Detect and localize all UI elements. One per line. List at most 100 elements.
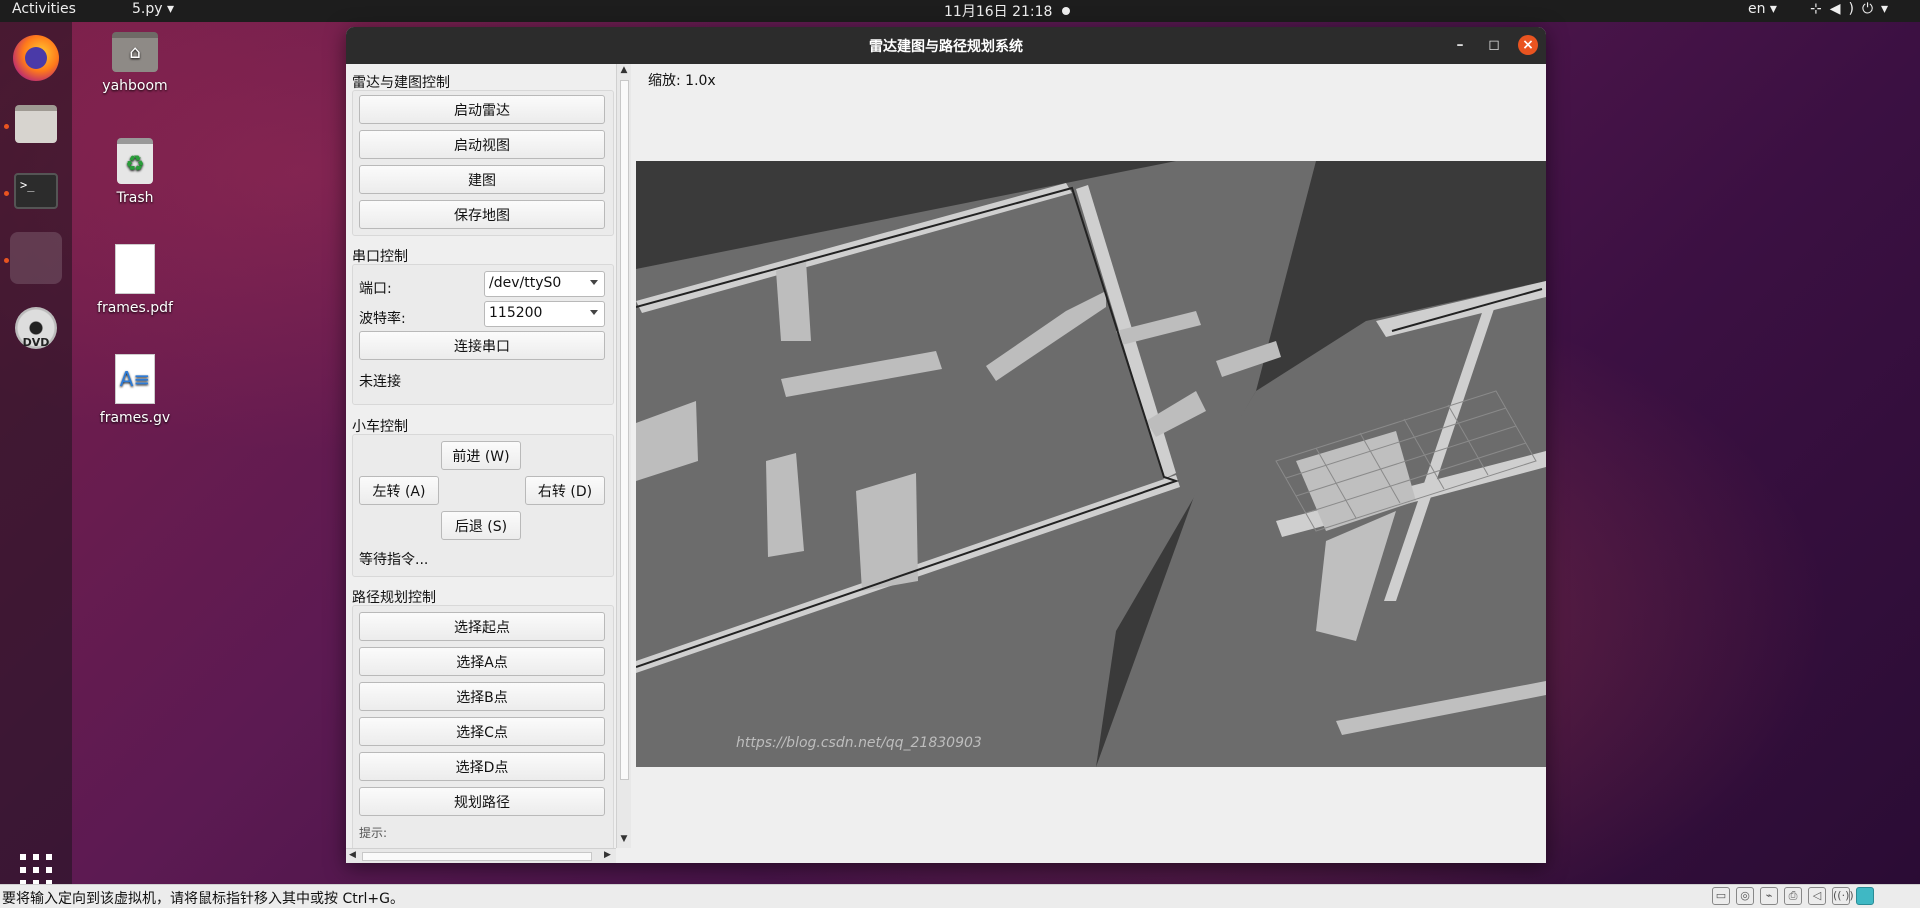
connect-serial-button[interactable]: 连接串口 (359, 331, 605, 360)
desktop-icon-label: yahboom (102, 78, 168, 94)
desktop-icon-label: frames.pdf (97, 300, 173, 316)
port-select[interactable]: /dev/ttyS0 (484, 271, 605, 297)
dock-dvd[interactable]: DVD (10, 302, 62, 354)
app-window: 雷达建图与路径规划系统 – ◻ × 雷达与建图控制 启动雷达 启动视图 建图 保… (346, 27, 1546, 863)
close-button[interactable]: × (1518, 35, 1538, 55)
system-tray[interactable]: ⊹◀)⏻▾ (1810, 1, 1896, 17)
trash-icon: ♻ (117, 138, 153, 184)
dock-terminal[interactable]: >_ (10, 165, 62, 217)
horizontal-scrollbar[interactable]: ◀ ▶ (346, 848, 616, 863)
map-view[interactable]: https://blog.csdn.net/qq_21830903 (636, 161, 1546, 767)
desktop-icon-label: Trash (116, 190, 154, 206)
scrollbar-thumb[interactable] (362, 852, 592, 861)
dock-firefox[interactable] (10, 32, 62, 84)
desktop-icon-pdf[interactable]: frames.pdf (80, 244, 190, 316)
running-indicator (4, 191, 9, 196)
occupancy-map[interactable] (636, 161, 1546, 767)
terminal-icon: >_ (14, 173, 58, 209)
baud-select[interactable]: 115200 (484, 301, 605, 327)
backward-button[interactable]: 后退 (S) (441, 511, 521, 540)
hard-disk-icon[interactable]: ▭ (1712, 887, 1730, 905)
network-adapter-icon[interactable]: ((·)) (1832, 887, 1854, 905)
dock-files[interactable] (10, 98, 62, 150)
map-panel: 缩放: 1.0x https://blog.csdn.net/qq_218309… (636, 64, 1546, 863)
select-d-button[interactable]: 选择D点 (359, 752, 605, 781)
firefox-icon (13, 35, 59, 81)
sound-icon[interactable]: ◁ (1808, 887, 1826, 905)
zoom-label: 缩放: 1.0x (648, 73, 716, 89)
network-icon[interactable]: ⊹ (1810, 1, 1830, 17)
car-group-title: 小车控制 (352, 419, 408, 435)
desktop-icon-gv[interactable]: A≡ frames.gv (80, 354, 190, 426)
start-radar-button[interactable]: 启动雷达 (359, 95, 605, 124)
activities-button[interactable]: Activities (12, 1, 76, 17)
path-group: 选择起点 选择A点 选择B点 选择C点 选择D点 规划路径 提示: (352, 605, 614, 848)
hint-label: 提示: (359, 826, 388, 840)
path-group-title: 路径规划控制 (352, 590, 436, 606)
vm-status-bar: 要将输入定向到该虚拟机，请将鼠标指针移入其中或按 Ctrl+G。 ▭ ◎ ⌁ ⎙… (0, 884, 1920, 908)
running-indicator (4, 124, 9, 129)
app-menu[interactable]: 5.py ▾ (132, 1, 174, 17)
chevron-down-icon (590, 310, 598, 315)
select-b-button[interactable]: 选择B点 (359, 682, 605, 711)
serial-group: 端口: /dev/ttyS0 波特率: 115200 连接串口 未连接 (352, 264, 614, 405)
desktop-icon-home[interactable]: yahboom (80, 32, 190, 94)
baud-label: 波特率: (359, 311, 406, 327)
scrollbar-thumb[interactable] (620, 80, 629, 780)
plan-path-button[interactable]: 规划路径 (359, 787, 605, 816)
car-status: 等待指令... (359, 552, 429, 568)
notification-dot (1062, 7, 1070, 15)
radar-group-title: 雷达与建图控制 (352, 75, 450, 91)
text-file-icon: A≡ (115, 354, 155, 404)
forward-button[interactable]: 前进 (W) (441, 441, 521, 470)
vm-status-message: 要将输入定向到该虚拟机，请将鼠标指针移入其中或按 Ctrl+G。 (2, 891, 404, 907)
volume-icon[interactable]: ◀) (1830, 1, 1862, 17)
turn-right-button[interactable]: 右转 (D) (525, 476, 605, 505)
home-folder-icon (112, 32, 158, 72)
running-indicator (4, 258, 9, 263)
cd-icon[interactable]: ◎ (1736, 887, 1754, 905)
pdf-file-icon (115, 244, 155, 294)
minimize-button[interactable]: – (1450, 35, 1470, 55)
serial-status: 未连接 (359, 374, 401, 390)
serial-group-title: 串口控制 (352, 249, 408, 265)
turn-left-button[interactable]: 左转 (A) (359, 476, 439, 505)
show-apps-icon[interactable] (20, 854, 52, 886)
select-c-button[interactable]: 选择C点 (359, 717, 605, 746)
language-selector[interactable]: en ▾ (1748, 1, 1777, 17)
files-icon (15, 105, 57, 143)
control-scroll-area[interactable]: 雷达与建图控制 启动雷达 启动视图 建图 保存地图 串口控制 端口: /dev/… (346, 64, 616, 848)
scroll-up-icon[interactable]: ▲ (617, 65, 631, 75)
window-title: 雷达建图与路径规划系统 (869, 39, 1023, 55)
power-icon[interactable]: ⏻▾ (1862, 1, 1896, 17)
scroll-down-icon[interactable]: ▼ (617, 834, 631, 844)
save-map-button[interactable]: 保存地图 (359, 200, 605, 229)
control-panel: 雷达与建图控制 启动雷达 启动视图 建图 保存地图 串口控制 端口: /dev/… (346, 64, 631, 863)
vm-device-icons: ▭ ◎ ⌁ ⎙ ◁ ((·)) (1712, 887, 1874, 905)
port-label: 端口: (359, 281, 392, 297)
top-bar: Activities 5.py ▾ 11月16日 21:18 en ▾ ⊹◀)⏻… (0, 0, 1920, 22)
port-value: /dev/ttyS0 (489, 275, 562, 291)
clock[interactable]: 11月16日 21:18 (944, 1, 1052, 21)
dock-python-app[interactable] (10, 232, 62, 284)
build-map-button[interactable]: 建图 (359, 165, 605, 194)
radar-group: 启动雷达 启动视图 建图 保存地图 (352, 90, 614, 236)
vertical-scrollbar[interactable]: ▲ ▼ (616, 64, 631, 848)
dvd-icon: DVD (15, 307, 57, 349)
baud-value: 115200 (489, 305, 543, 321)
desktop-icon-trash[interactable]: ♻ Trash (80, 138, 190, 206)
scroll-left-icon[interactable]: ◀ (349, 850, 356, 860)
select-start-button[interactable]: 选择起点 (359, 612, 605, 641)
select-a-button[interactable]: 选择A点 (359, 647, 605, 676)
chevron-down-icon (590, 280, 598, 285)
start-view-button[interactable]: 启动视图 (359, 130, 605, 159)
map-watermark: https://blog.csdn.net/qq_21830903 (736, 735, 982, 751)
usb-icon[interactable]: ⌁ (1760, 887, 1778, 905)
dock: >_ DVD (0, 22, 72, 886)
printer-icon[interactable]: ⎙ (1784, 887, 1802, 905)
scroll-right-icon[interactable]: ▶ (604, 850, 611, 860)
window-titlebar[interactable]: 雷达建图与路径规划系统 – ◻ × (346, 27, 1546, 64)
fullscreen-icon[interactable] (1856, 887, 1874, 905)
maximize-button[interactable]: ◻ (1484, 35, 1504, 55)
car-group: 前进 (W) 左转 (A) 右转 (D) 后退 (S) 等待指令... (352, 434, 614, 577)
